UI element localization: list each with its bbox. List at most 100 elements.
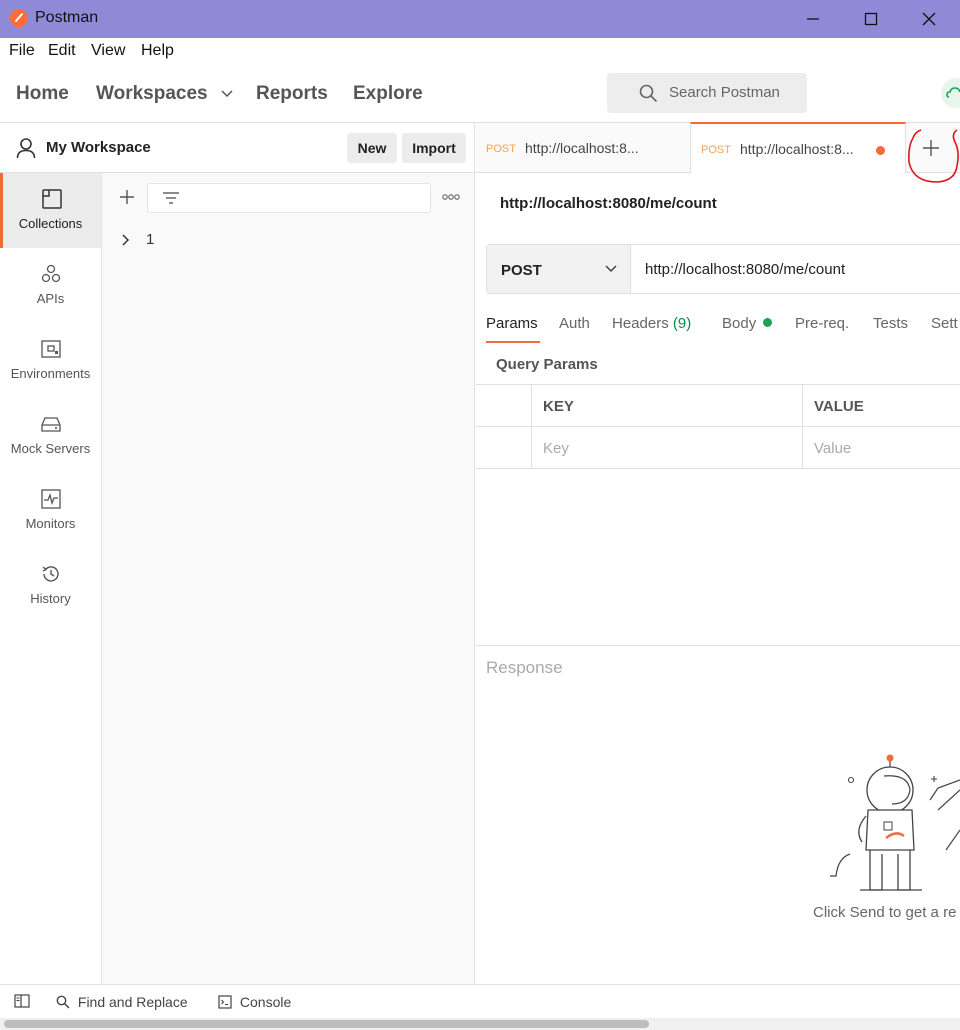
status-bar: Find and Replace Console xyxy=(0,984,960,1018)
chevron-down-icon xyxy=(221,90,233,98)
find-replace-button[interactable]: Find and Replace xyxy=(56,994,188,1010)
tab-auth[interactable]: Auth xyxy=(559,315,590,332)
sidebar-item-label: APIs xyxy=(36,291,65,306)
close-button[interactable] xyxy=(900,0,958,38)
filter-input[interactable] xyxy=(147,183,431,213)
tab-tests[interactable]: Tests xyxy=(873,315,908,332)
history-icon xyxy=(40,563,62,585)
horizontal-scrollbar[interactable] xyxy=(0,1018,960,1030)
request-tabs: POST http://localhost:8... POST http://l… xyxy=(476,122,960,173)
top-nav: Home Workspaces Reports Explore Search P… xyxy=(0,66,960,123)
request-tab-1[interactable]: POST http://localhost:8... xyxy=(476,123,690,173)
nav-workspaces[interactable]: Workspaces xyxy=(96,83,233,105)
nav-home[interactable]: Home xyxy=(16,83,69,105)
nav-workspaces-label: Workspaces xyxy=(96,83,208,104)
request-title[interactable]: http://localhost:8080/me/count xyxy=(500,195,717,212)
tab-method: POST xyxy=(701,144,731,156)
request-url-bar: POST http://localhost:8080/me/count xyxy=(486,244,960,294)
console-label: Console xyxy=(239,994,292,1010)
tab-headers-label: Headers xyxy=(612,315,669,332)
nav-explore[interactable]: Explore xyxy=(353,83,423,105)
collections-icon xyxy=(41,188,63,210)
value-field[interactable]: Value xyxy=(803,427,960,469)
response-title: Response xyxy=(486,658,563,677)
tab-params-label: Params xyxy=(486,315,538,332)
tab-body[interactable]: Body xyxy=(722,315,773,332)
menu-file[interactable]: File xyxy=(9,42,35,60)
search-icon xyxy=(639,84,658,103)
headers-count: (9) xyxy=(672,315,692,332)
menu-edit[interactable]: Edit xyxy=(48,42,76,60)
search-placeholder: Search Postman xyxy=(669,84,780,101)
menu-bar: File Edit View Help xyxy=(0,38,960,66)
app-title: Postman xyxy=(35,9,99,26)
filter-icon xyxy=(162,191,180,205)
chevron-down-icon xyxy=(605,265,617,273)
query-params-table: KEY VALUE Key Value xyxy=(476,384,960,469)
minimize-button[interactable] xyxy=(784,0,842,38)
sidebar-item-apis[interactable]: APIs xyxy=(0,248,101,323)
astronaut-illustration-icon xyxy=(826,750,960,900)
query-params-title: Query Params xyxy=(496,356,598,373)
workspace-name[interactable]: My Workspace xyxy=(46,139,151,156)
console-icon xyxy=(218,995,232,1009)
sidebar-item-monitors[interactable]: Monitors xyxy=(0,473,101,548)
collection-name: 1 xyxy=(146,231,155,248)
collections-panel: 1 xyxy=(102,173,475,984)
menu-view[interactable]: View xyxy=(91,42,125,60)
sidebar-item-label: History xyxy=(30,591,71,606)
toggle-sidebar-icon[interactable] xyxy=(14,994,30,1008)
collection-row[interactable]: 1 xyxy=(122,231,154,248)
tab-settings[interactable]: Sett xyxy=(931,315,958,332)
body-indicator-dot-icon xyxy=(763,318,773,327)
sidebar-item-label: Mock Servers xyxy=(10,441,91,456)
method-label: POST xyxy=(501,262,542,279)
tab-body-label: Body xyxy=(722,315,757,332)
response-panel: Response Click Send to get a re xyxy=(476,645,960,984)
sync-cloud-icon[interactable] xyxy=(941,78,960,108)
console-button[interactable]: Console xyxy=(218,994,291,1010)
more-options-icon[interactable] xyxy=(442,193,460,201)
title-bar: Postman xyxy=(0,0,960,38)
method-select[interactable]: POST xyxy=(487,245,631,293)
table-row-checkbox-cell xyxy=(476,385,532,427)
url-value: http://localhost:8080/me/count xyxy=(645,261,846,278)
sidebar-item-label: Monitors xyxy=(25,516,76,531)
new-button[interactable]: New xyxy=(347,133,397,163)
value-header: VALUE xyxy=(803,385,960,427)
scrollbar-thumb[interactable] xyxy=(4,1020,649,1028)
response-hint: Click Send to get a re xyxy=(813,904,957,921)
nav-reports[interactable]: Reports xyxy=(256,83,328,105)
mock-servers-icon xyxy=(40,413,62,435)
request-tab-2[interactable]: POST http://localhost:8... xyxy=(690,122,906,173)
search-icon xyxy=(56,995,70,1009)
key-header: KEY xyxy=(532,385,803,427)
url-input[interactable]: http://localhost:8080/me/count xyxy=(632,245,960,293)
import-button[interactable]: Import xyxy=(402,133,466,163)
menu-help[interactable]: Help xyxy=(141,42,174,60)
new-tab-button[interactable] xyxy=(905,126,959,183)
key-field[interactable]: Key xyxy=(532,427,803,469)
tab-headers[interactable]: Headers (9) xyxy=(612,315,691,332)
find-replace-label: Find and Replace xyxy=(77,994,188,1010)
sidebar-item-history[interactable]: History xyxy=(0,548,101,623)
tab-params[interactable]: Params xyxy=(486,315,538,332)
sidebar-item-collections[interactable]: Collections xyxy=(0,173,101,248)
tab-method: POST xyxy=(486,143,516,155)
table-row-checkbox-cell xyxy=(476,427,532,469)
sidebar-item-mock-servers[interactable]: Mock Servers xyxy=(0,398,101,473)
add-collection-icon[interactable] xyxy=(119,189,135,205)
maximize-button[interactable] xyxy=(842,0,900,38)
sidebar-item-environments[interactable]: Environments xyxy=(0,323,101,398)
search-input[interactable]: Search Postman xyxy=(607,73,807,113)
environments-icon xyxy=(40,338,62,360)
unsaved-dot-icon xyxy=(876,146,885,155)
active-tab-indicator xyxy=(486,341,540,343)
tab-url: http://localhost:8... xyxy=(740,141,854,157)
postman-logo-icon xyxy=(10,9,28,27)
sidebar-item-label: Environments xyxy=(10,366,91,381)
tab-prereq[interactable]: Pre-req. xyxy=(795,315,849,332)
sidebar-item-label: Collections xyxy=(18,216,83,231)
user-icon xyxy=(16,137,36,159)
sidebar-rail: Collections APIs Environments Mock Serve… xyxy=(0,173,102,984)
